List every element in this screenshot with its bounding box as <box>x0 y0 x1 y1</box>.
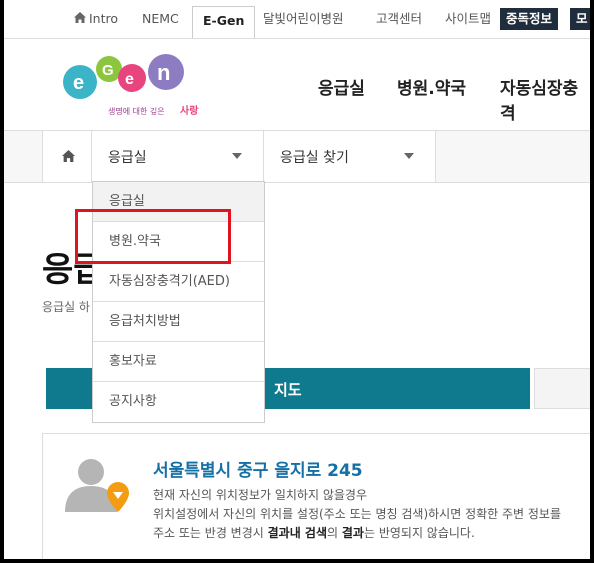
location-notice-1: 현재 자신의 위치정보가 일치하지 않을경우 <box>153 488 367 502</box>
nav-hospital-pharmacy[interactable]: 병원.약국 <box>397 74 466 99</box>
page-subtitle: 응급실 하 <box>42 300 90 314</box>
notice-3-mid: 의 <box>327 526 342 540</box>
utility-bar: Intro NEMC E-Gen 달빛어린이병원 고객센터 사이트맵 중독정보 … <box>4 0 590 39</box>
notice-3-pre: 주소 또는 반경 변경시 <box>153 526 268 540</box>
egen-logo[interactable]: e G e n 생명에 대한 깊은 사랑 <box>62 52 202 124</box>
page: Intro NEMC E-Gen 달빛어린이병원 고객센터 사이트맵 중독정보 … <box>4 0 590 559</box>
nav-emergency-room[interactable]: 응급실 <box>318 74 365 99</box>
dropdown-item-notice[interactable]: 공지사항 <box>93 382 264 422</box>
dropdown-item-promotion[interactable]: 홍보자료 <box>93 342 264 382</box>
notice-3-post: 는 반영되지 않습니다. <box>363 526 475 540</box>
highlight-box <box>75 209 231 264</box>
notice-3-bold-search: 결과내 검색 <box>267 526 328 540</box>
category-select-value: 응급실 <box>108 150 147 166</box>
egen-tab[interactable]: E-Gen <box>192 6 256 38</box>
logo-tagline-love: 사랑 <box>180 104 199 117</box>
chevron-down-icon <box>404 153 414 159</box>
tab-map-label: 지도 <box>274 381 302 399</box>
more-button[interactable]: 모 <box>570 8 590 30</box>
logo-letter-n: n <box>157 60 170 85</box>
location-pin-icon <box>107 482 129 512</box>
intro-link[interactable]: Intro <box>74 8 118 30</box>
notice-3-bold-result: 결과 <box>341 526 364 540</box>
logo-mark: e G e n 생명에 대한 깊은 사랑 <box>63 54 199 117</box>
nav-aed[interactable]: 자동심장충격 <box>500 74 590 124</box>
tab-list[interactable] <box>534 368 590 409</box>
sitemap-link[interactable]: 사이트맵 <box>445 8 491 30</box>
children-hospital-link[interactable]: 달빛어린이병원 <box>263 8 344 30</box>
home-button[interactable] <box>42 131 92 182</box>
sub-navigation: 응급실 응급실 찾기 <box>4 130 590 183</box>
home-icon <box>62 150 75 162</box>
dropdown-item-first-aid[interactable]: 응급처치방법 <box>93 302 264 342</box>
logo-letter-e2: e <box>125 71 134 88</box>
intro-label: Intro <box>89 11 119 26</box>
poison-info-button[interactable]: 중독정보 <box>500 8 559 30</box>
location-card: 서울특별시 중구 을지로 245 현재 자신의 위치정보가 일치하지 않을경우 … <box>42 433 590 559</box>
location-notice-3: 주소 또는 반경 변경시 결과내 검색의 결과는 반영되지 않습니다. <box>153 524 475 541</box>
logo-tagline: 생명에 대한 깊은 <box>108 106 165 116</box>
dropdown-item-aed[interactable]: 자동심장충격기(AED) <box>93 262 264 302</box>
nemc-link[interactable]: NEMC <box>142 8 179 30</box>
home-icon <box>74 12 86 23</box>
subcategory-select[interactable]: 응급실 찾기 <box>264 131 436 182</box>
logo-letter-g: G <box>102 62 114 79</box>
logo-letter-e: e <box>73 72 84 94</box>
chevron-down-icon <box>232 153 242 159</box>
subcategory-select-value: 응급실 찾기 <box>280 150 349 166</box>
customer-center-link[interactable]: 고객센터 <box>376 8 422 30</box>
category-select[interactable]: 응급실 <box>92 131 264 182</box>
location-notice-2: 위치설정에서 자신의 위치를 설정(주소 또는 명칭 검색)하시면 정확한 주변… <box>153 507 562 521</box>
current-address[interactable]: 서울특별시 중구 을지로 245 <box>153 456 363 481</box>
